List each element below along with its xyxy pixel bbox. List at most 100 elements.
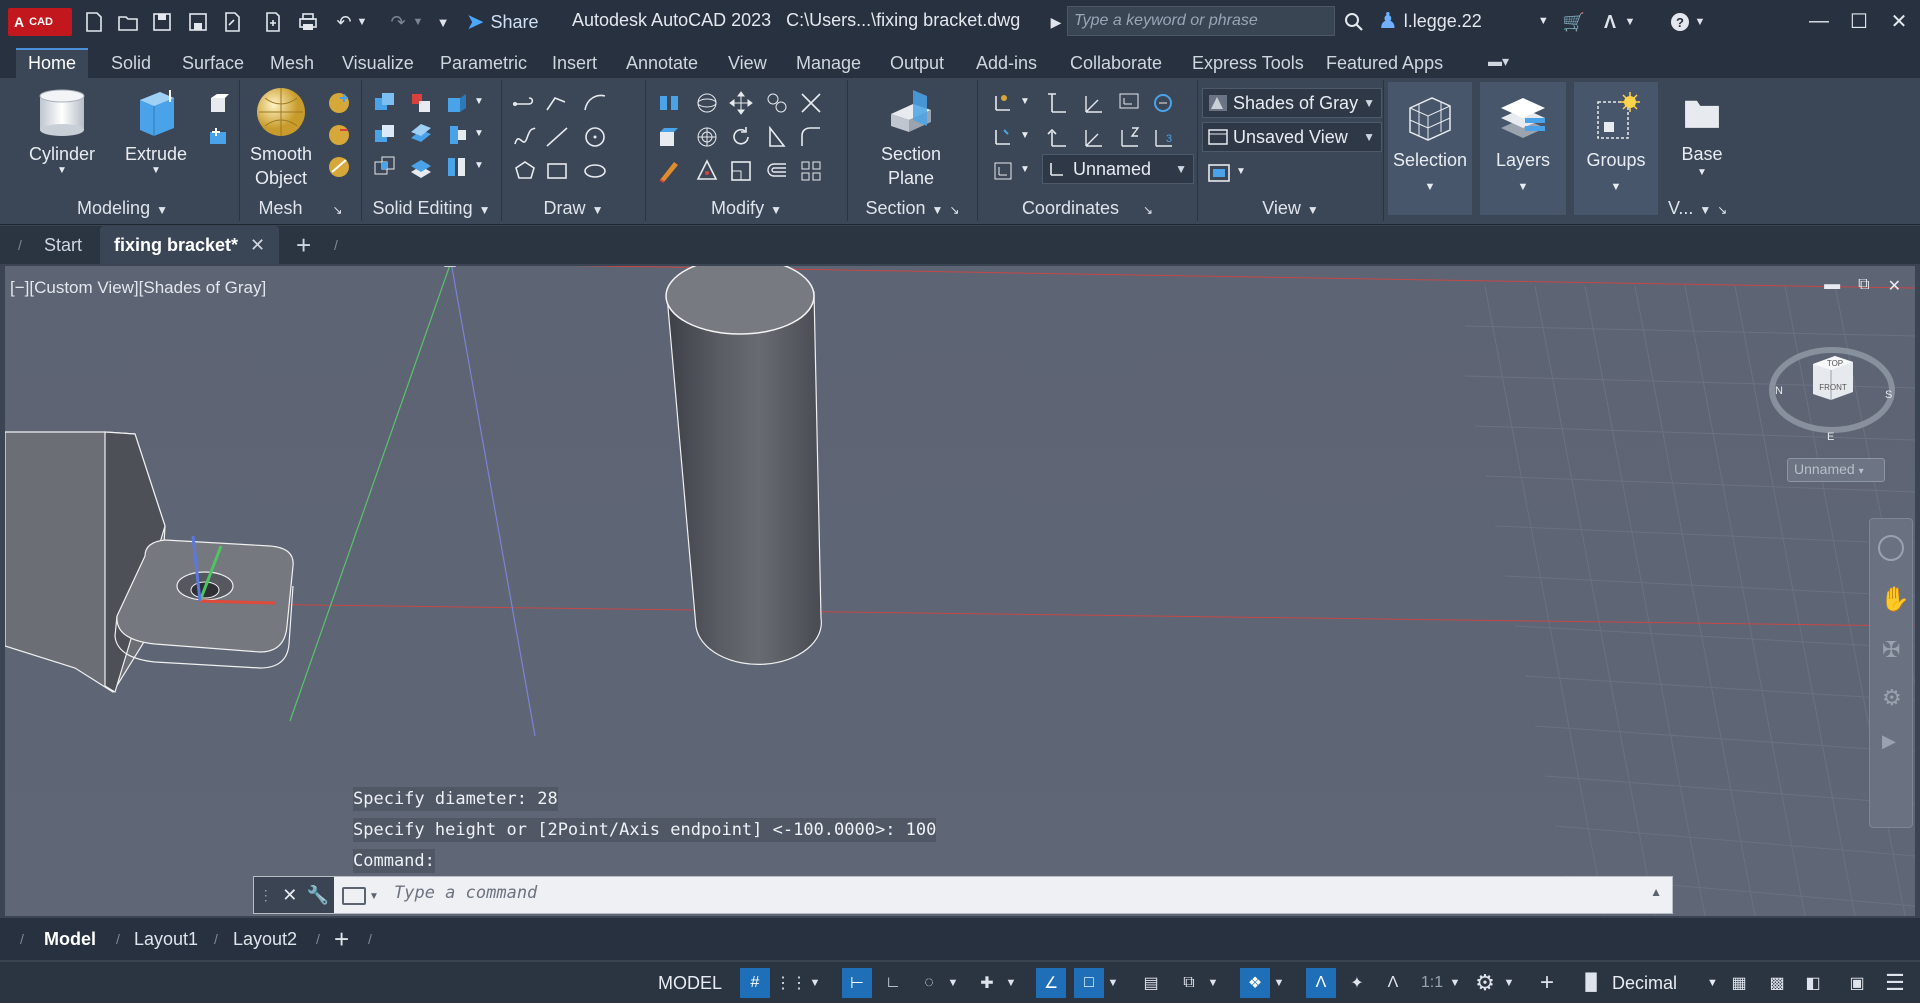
viewcube[interactable]: TOP FRONT N S E bbox=[1767, 336, 1897, 456]
tab-home[interactable]: Home bbox=[16, 48, 89, 78]
cylinder-button[interactable]: Cylinder ▼ bbox=[22, 86, 102, 176]
stretch-icon[interactable] bbox=[764, 124, 790, 150]
lineweight-icon[interactable]: ▤ bbox=[1136, 968, 1166, 998]
separate-icon[interactable] bbox=[444, 154, 470, 180]
osnap-dropdown-icon[interactable]: ▼ bbox=[1104, 968, 1122, 998]
rotate-3d-icon[interactable] bbox=[694, 90, 720, 116]
copy-icon[interactable] bbox=[764, 90, 790, 116]
cart-icon[interactable]: 🛒 bbox=[1560, 8, 1588, 36]
subtract-icon[interactable] bbox=[372, 122, 398, 148]
search-icon[interactable] bbox=[1340, 8, 1368, 36]
command-line-grip-icon[interactable]: ⋮ bbox=[259, 887, 273, 904]
base-button[interactable]: Base ▼ bbox=[1666, 94, 1738, 180]
line-icon[interactable] bbox=[512, 90, 538, 116]
construction-line-icon[interactable] bbox=[544, 124, 570, 150]
rectangle-icon[interactable] bbox=[544, 158, 570, 184]
transparency-dropdown-icon[interactable]: ▼ bbox=[1204, 968, 1222, 998]
search-input[interactable]: Type a keyword or phrase bbox=[1067, 6, 1335, 36]
solid-edit-dropdown-1[interactable]: ▼ bbox=[474, 96, 484, 107]
selection-cycling-icon[interactable]: ❖ bbox=[1240, 968, 1270, 998]
viewcube-front-face[interactable]: FRONT bbox=[1819, 383, 1847, 392]
polar-tracking-icon[interactable]: ◌ bbox=[914, 968, 944, 998]
ucs-3point-icon[interactable] bbox=[990, 124, 1016, 150]
workspace-dropdown-icon[interactable]: ▼ bbox=[1500, 968, 1518, 998]
mesh-smooth-more-icon[interactable] bbox=[326, 90, 352, 116]
viewcube-top-face[interactable]: TOP bbox=[1827, 359, 1843, 368]
ucs-icon-dropdown[interactable]: ▼ bbox=[1020, 96, 1030, 107]
solid-edit-dropdown-2[interactable]: ▼ bbox=[474, 128, 484, 139]
minimize-button[interactable]: — bbox=[1802, 6, 1836, 36]
tab-parametric[interactable]: Parametric bbox=[428, 48, 539, 78]
drawing-viewport[interactable]: [−][Custom View][Shades of Gray] ▬ ⧉ ✕ T… bbox=[5, 266, 1915, 916]
ucs-x-icon[interactable] bbox=[1080, 90, 1106, 116]
ucs-origin-icon[interactable] bbox=[990, 158, 1016, 184]
wcs-menu-button[interactable]: Unnamed ▾ bbox=[1787, 458, 1885, 482]
tab-manage[interactable]: Manage bbox=[784, 48, 873, 78]
auto-scale-icon[interactable]: ✦ bbox=[1342, 968, 1372, 998]
redo-dropdown-icon[interactable]: ▼ bbox=[410, 8, 426, 36]
open-file-icon[interactable] bbox=[114, 8, 142, 36]
recent-commands-button[interactable]: ▼ bbox=[342, 885, 382, 907]
modify-panel-title[interactable]: Modify ▼ bbox=[646, 198, 847, 219]
tab-solid[interactable]: Solid bbox=[99, 48, 163, 78]
compass-north[interactable]: N bbox=[1775, 385, 1783, 397]
viewport-restore-icon[interactable]: ⧉ bbox=[1858, 276, 1869, 296]
offset-icon[interactable] bbox=[764, 158, 790, 184]
modeling-panel-title[interactable]: Modeling ▼ bbox=[6, 198, 239, 219]
command-input[interactable]: Type a command bbox=[394, 883, 537, 903]
print-icon[interactable] bbox=[294, 8, 322, 36]
maximize-button[interactable]: ☐ bbox=[1842, 6, 1876, 36]
close-tab-icon[interactable]: ✕ bbox=[250, 235, 265, 256]
solid-editing-panel-title[interactable]: Solid Editing ▼ bbox=[362, 198, 501, 219]
presspull-icon[interactable] bbox=[206, 92, 232, 118]
interfere-icon[interactable] bbox=[408, 90, 434, 116]
ribbon-minimize-icon[interactable]: ▬▾ bbox=[1476, 48, 1521, 78]
ucs-world-icon[interactable] bbox=[1044, 90, 1070, 116]
view-panel-title[interactable]: View ▼ bbox=[1198, 198, 1383, 219]
command-history-toggle-icon[interactable]: ▲ bbox=[1650, 885, 1662, 899]
draw-panel-title[interactable]: Draw ▼ bbox=[502, 198, 645, 219]
infer-constraints-icon[interactable]: ⊢ bbox=[842, 968, 872, 998]
annotation-monitor-icon[interactable]: + bbox=[1532, 968, 1562, 998]
visual-style-dropdown[interactable]: Shades of Gray ▼ bbox=[1202, 88, 1382, 118]
undo-dropdown-icon[interactable]: ▼ bbox=[354, 8, 370, 36]
array-3d-icon[interactable] bbox=[694, 124, 720, 150]
ucs-z-axis-icon[interactable] bbox=[1116, 124, 1142, 150]
customization-menu-icon[interactable]: ☰ bbox=[1880, 968, 1910, 998]
annotation-visibility-icon[interactable]: Λ bbox=[1306, 968, 1336, 998]
extrude-faces-icon[interactable] bbox=[444, 122, 470, 148]
cylinder-solid[interactable] bbox=[665, 266, 822, 666]
close-button[interactable]: ✕ bbox=[1882, 6, 1916, 36]
units-dropdown[interactable]: Decimal ▼ bbox=[1612, 968, 1718, 998]
annotation-scale-dropdown-icon[interactable]: ▼ bbox=[1446, 968, 1464, 998]
mesh-smooth-less-icon[interactable] bbox=[326, 122, 352, 148]
tab-express-tools[interactable]: Express Tools bbox=[1180, 48, 1316, 78]
spline-icon[interactable] bbox=[512, 124, 538, 150]
viewport-close-icon[interactable]: ✕ bbox=[1888, 276, 1901, 296]
transparency-icon[interactable]: ⧉ bbox=[1174, 968, 1204, 998]
viewport-config-icon[interactable] bbox=[1206, 160, 1232, 186]
move-icon[interactable] bbox=[728, 90, 754, 116]
snap-dropdown-icon[interactable]: ▼ bbox=[806, 968, 824, 998]
compass-east[interactable]: E bbox=[1827, 431, 1834, 443]
command-customize-icon[interactable]: 🔧 bbox=[307, 885, 329, 906]
viewport-minimize-icon[interactable]: ▬ bbox=[1824, 276, 1840, 296]
new-file-icon[interactable] bbox=[80, 8, 108, 36]
rotate-icon[interactable] bbox=[728, 124, 754, 150]
tab-surface[interactable]: Surface bbox=[170, 48, 256, 78]
ucs-previous-icon[interactable] bbox=[1044, 124, 1070, 150]
tab-insert[interactable]: Insert bbox=[540, 48, 609, 78]
ucs-y-icon[interactable] bbox=[1080, 124, 1106, 150]
mesh-refine-icon[interactable] bbox=[326, 154, 352, 180]
lock-ui-icon[interactable]: ▩ bbox=[1762, 968, 1792, 998]
tab-output[interactable]: Output bbox=[878, 48, 956, 78]
model-tab[interactable]: Model bbox=[44, 922, 96, 956]
explode-icon[interactable] bbox=[694, 158, 720, 184]
ucs-3point-dropdown[interactable]: ▼ bbox=[1020, 130, 1030, 141]
help-icon[interactable]: ? bbox=[1666, 8, 1694, 36]
extract-edges-icon[interactable] bbox=[444, 90, 470, 116]
scale-icon[interactable] bbox=[728, 158, 754, 184]
extrude-button[interactable]: Extrude ▼ bbox=[116, 86, 196, 176]
share-button[interactable]: ➤ Share bbox=[466, 8, 538, 36]
tab-add-ins[interactable]: Add-ins bbox=[964, 48, 1049, 78]
